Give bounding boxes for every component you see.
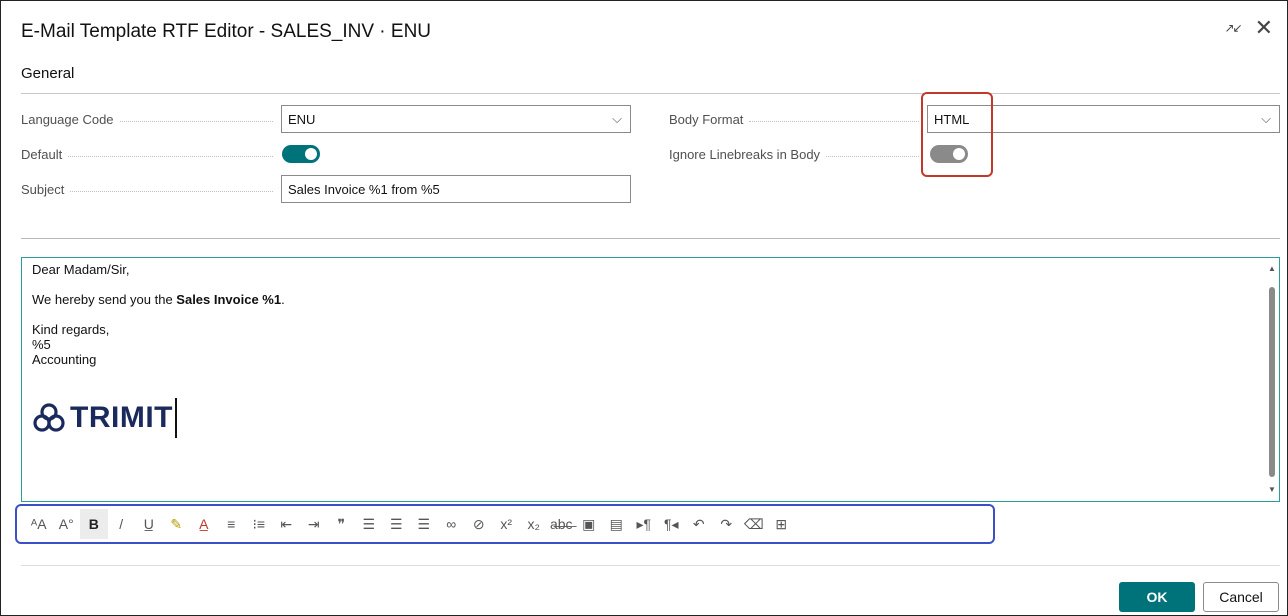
- logo-text: TRIMIT: [70, 401, 173, 434]
- section-general-title[interactable]: General: [21, 65, 74, 82]
- editor-content[interactable]: Dear Madam/Sir, We hereby send you the S…: [32, 262, 285, 367]
- superscript-icon[interactable]: x²: [493, 509, 521, 539]
- body-format-label: Body Format: [669, 112, 925, 127]
- sender-line: %5: [32, 337, 51, 352]
- clear-formatting-icon[interactable]: ⌫: [740, 509, 768, 539]
- language-code-label: Language Code: [21, 112, 279, 127]
- department-line: Accounting: [32, 352, 97, 367]
- unlink-icon[interactable]: ⊘: [465, 509, 493, 539]
- close-icon[interactable]: ✕: [1255, 17, 1273, 39]
- editor-scrollbar[interactable]: ▲ ▼: [1267, 262, 1277, 496]
- subject-field[interactable]: Sales Invoice %1 from %5: [281, 175, 631, 203]
- bullet-list-icon[interactable]: ≡: [218, 509, 246, 539]
- logo-mark-icon: [33, 403, 65, 432]
- editor-divider: [21, 238, 1280, 239]
- quote-icon[interactable]: ❞: [328, 509, 356, 539]
- scroll-up-icon[interactable]: ▲: [1268, 264, 1276, 273]
- scroll-thumb[interactable]: [1269, 287, 1275, 477]
- insert-table-icon[interactable]: ⊞: [768, 509, 796, 539]
- rich-text-editor[interactable]: Dear Madam/Sir, We hereby send you the S…: [21, 257, 1280, 502]
- bold-icon[interactable]: B: [80, 509, 108, 539]
- align-center-icon[interactable]: ☰: [383, 509, 411, 539]
- dialog-window: E-Mail Template RTF Editor - SALES_INV ·…: [0, 0, 1288, 616]
- body-line: We hereby send you the Sales Invoice %1.: [32, 292, 285, 307]
- company-logo: TRIMIT: [32, 398, 177, 438]
- align-right-icon[interactable]: ☰: [410, 509, 438, 539]
- numbered-list-icon[interactable]: ⁝≡: [245, 509, 273, 539]
- ok-button[interactable]: OK: [1119, 582, 1195, 612]
- highlight-icon[interactable]: ✎: [163, 509, 191, 539]
- greeting-line: Dear Madam/Sir,: [32, 262, 130, 277]
- subject-label: Subject: [21, 182, 279, 197]
- redo-icon[interactable]: ↷: [713, 509, 741, 539]
- chevron-down-icon: ⌵: [612, 111, 622, 126]
- default-label: Default: [21, 147, 279, 162]
- chevron-down-icon: ⌵: [1261, 111, 1271, 126]
- rtl-direction-icon[interactable]: ¶◂: [658, 509, 686, 539]
- highlight-annotation-red: [921, 92, 993, 177]
- link-icon[interactable]: ∞: [438, 509, 466, 539]
- undo-icon[interactable]: ↶: [685, 509, 713, 539]
- ignore-linebreaks-label: Ignore Linebreaks in Body: [669, 147, 925, 162]
- default-toggle[interactable]: [282, 145, 320, 163]
- font-size-decrease-icon[interactable]: ᴬA: [25, 509, 53, 539]
- indent-icon[interactable]: ⇥: [300, 509, 328, 539]
- scroll-down-icon[interactable]: ▼: [1268, 485, 1276, 494]
- collapse-icon[interactable]: ↗↙: [1224, 21, 1242, 35]
- font-color-icon[interactable]: A̲: [190, 509, 218, 539]
- cancel-button[interactable]: Cancel: [1203, 582, 1279, 612]
- align-left-icon[interactable]: ☰: [355, 509, 383, 539]
- strikethrough-icon[interactable]: a̶b̶c̶: [548, 509, 576, 539]
- subscript-icon[interactable]: x₂: [520, 509, 548, 539]
- insert-image-icon[interactable]: ▣: [575, 509, 603, 539]
- dialog-title: E-Mail Template RTF Editor - SALES_INV ·…: [21, 21, 432, 42]
- footer-divider: [21, 565, 1280, 566]
- section-divider: [21, 93, 1280, 94]
- outdent-icon[interactable]: ⇤: [273, 509, 301, 539]
- underline-icon[interactable]: U̲: [135, 509, 163, 539]
- language-code-field[interactable]: ENU ⌵: [281, 105, 631, 133]
- closing-line: Kind regards,: [32, 322, 110, 337]
- formatting-toolbar: ᴬA A° B / U̲ ✎ A̲ ≡ ⁝≡ ⇤ ⇥ ❞ ☰ ☰ ☰ ∞ ⊘ x² x₂ a̶b̶c̶ ▣ ▤ ▸¶ ¶◂ ↶ ↷…: [15, 504, 995, 544]
- text-caret: [174, 398, 177, 438]
- image-properties-icon[interactable]: ▤: [603, 509, 631, 539]
- window-controls: ↗↙ ✕: [1224, 17, 1273, 39]
- italic-icon[interactable]: /: [108, 509, 136, 539]
- font-size-increase-icon[interactable]: A°: [53, 509, 81, 539]
- ltr-direction-icon[interactable]: ▸¶: [630, 509, 658, 539]
